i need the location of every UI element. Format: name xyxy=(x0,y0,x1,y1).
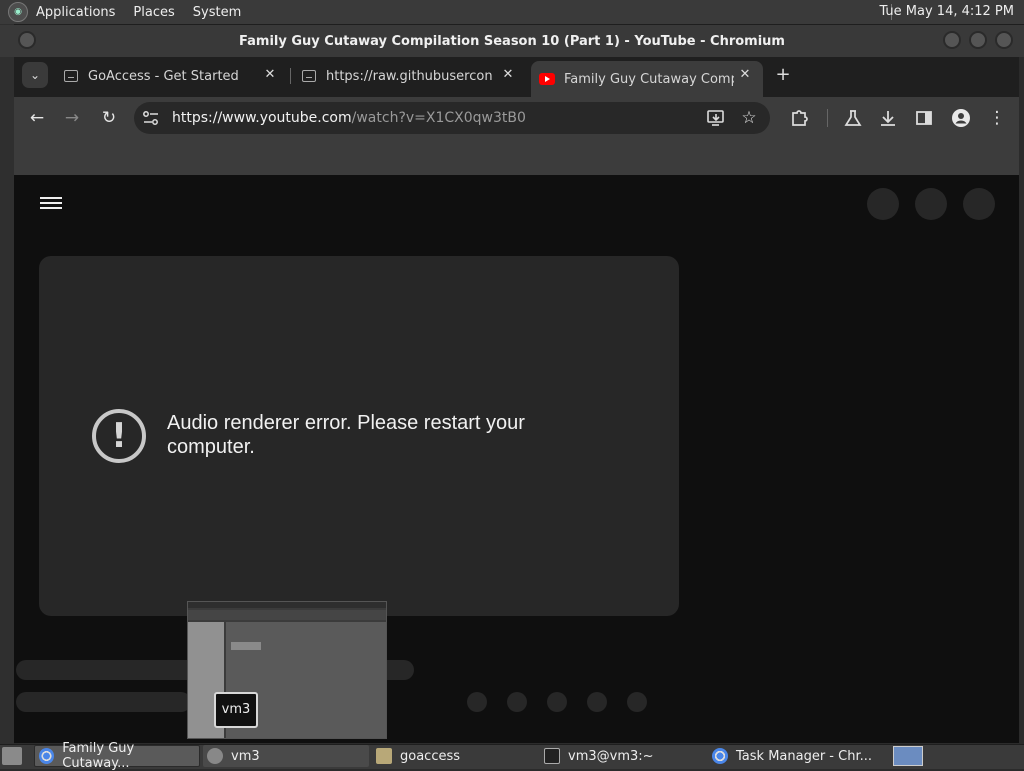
side-panel-icon[interactable] xyxy=(915,109,933,127)
tab-close-icon[interactable]: ✕ xyxy=(262,67,278,82)
extensions-icon[interactable] xyxy=(789,108,809,128)
taskbar-item-label: vm3 xyxy=(231,748,260,764)
tab-divider xyxy=(290,68,291,84)
tab-title: GoAccess - Get Started xyxy=(88,68,239,84)
taskbar-item-vm3[interactable]: vm3 xyxy=(203,745,369,767)
tab-title: https://raw.githubuserconten xyxy=(326,68,492,84)
error-exclamation-icon: ! xyxy=(92,409,146,463)
skeleton-action-dot xyxy=(507,692,527,712)
youtube-favicon-icon xyxy=(539,73,555,85)
sad-page-favicon-icon xyxy=(64,70,78,82)
system-menu[interactable]: System xyxy=(193,5,241,20)
taskbar-item-label: Family Guy Cutaway... xyxy=(62,741,135,771)
show-desktop-button[interactable] xyxy=(2,747,22,765)
install-app-icon[interactable] xyxy=(707,109,727,127)
reload-button[interactable]: ↻ xyxy=(97,106,121,130)
chromium-icon xyxy=(712,748,728,764)
taskbar-item-terminal[interactable]: vm3@vm3:~ xyxy=(540,745,706,767)
preview-tooltip-label: vm3 xyxy=(214,692,258,728)
taskbar-item-label: goaccess xyxy=(400,748,461,764)
window-title: Family Guy Cutaway Compilation Season 10… xyxy=(239,33,785,49)
places-menu[interactable]: Places xyxy=(133,5,174,20)
taskbar-item-label: Task Manager - Chr... xyxy=(736,748,872,764)
taskbar-item-goaccess[interactable]: goaccess xyxy=(372,745,538,767)
clock[interactable]: Tue May 14, 4:12 PM xyxy=(879,0,1014,24)
chrome-menu-icon[interactable]: ⋮ xyxy=(985,106,1009,130)
tab-title: Family Guy Cutaway Compila xyxy=(564,71,734,87)
hamburger-menu-icon[interactable] xyxy=(40,194,62,212)
site-settings-icon[interactable] xyxy=(142,110,160,126)
tab-close-icon[interactable]: ✕ xyxy=(500,67,516,82)
tab-goaccess[interactable]: GoAccess - Get Started ✕ xyxy=(56,61,288,91)
folder-icon xyxy=(376,748,392,764)
vm-icon xyxy=(207,748,223,764)
url-domain: https://www.youtube.com xyxy=(172,110,352,126)
desktop-background xyxy=(0,24,14,744)
placeholder-circle xyxy=(915,188,947,220)
tab-search-button[interactable]: ⌄ xyxy=(22,62,48,88)
tab-youtube-active[interactable]: Family Guy Cutaway Compila ✕ xyxy=(531,61,763,97)
url-path: /watch?v=X1CX0qw3tB0 xyxy=(351,110,526,126)
labs-flask-icon[interactable] xyxy=(843,108,863,128)
taskbar-item-chromium-youtube[interactable]: Family Guy Cutaway... xyxy=(34,741,200,771)
applications-menu[interactable]: Applications xyxy=(36,5,115,20)
taskbar-item-task-manager[interactable]: Task Manager - Chr... xyxy=(708,745,883,767)
url-text[interactable]: https://www.youtube.com/watch?v=X1CX0qw3… xyxy=(172,102,526,134)
player-error-message: Audio renderer error. Please restart you… xyxy=(167,412,525,458)
tab-raw-github[interactable]: https://raw.githubuserconten ✕ xyxy=(294,61,526,91)
bookmark-star-icon[interactable]: ☆ xyxy=(737,106,761,130)
toolbar-separator xyxy=(827,109,828,127)
skeleton-action-dot xyxy=(627,692,647,712)
preview-toolbar xyxy=(188,610,386,620)
maximize-button[interactable] xyxy=(969,31,987,49)
close-window-button[interactable] xyxy=(995,31,1013,49)
forward-button[interactable]: → xyxy=(60,106,84,130)
skeleton-action-dot xyxy=(587,692,607,712)
window-menu-icon[interactable] xyxy=(18,31,36,49)
window-titlebar[interactable]: Family Guy Cutaway Compilation Season 10… xyxy=(0,25,1024,57)
skeleton-channel-bar xyxy=(16,692,191,712)
top-panel: ◉ Applications Places System Tue May 14,… xyxy=(0,0,1024,25)
back-button[interactable]: ← xyxy=(25,106,49,130)
taskbar-item-label: vm3@vm3:~ xyxy=(568,748,654,764)
terminal-icon xyxy=(544,748,560,764)
downloads-icon[interactable] xyxy=(878,108,898,128)
sad-page-favicon-icon xyxy=(302,70,316,82)
skeleton-action-dot xyxy=(467,692,487,712)
skeleton-action-dot xyxy=(547,692,567,712)
minimize-button[interactable] xyxy=(943,31,961,49)
placeholder-circle xyxy=(867,188,899,220)
chromium-icon xyxy=(39,748,55,764)
chevron-down-icon: ⌄ xyxy=(29,68,41,82)
preview-menubar xyxy=(188,602,386,608)
workspace-switcher[interactable] xyxy=(893,746,923,766)
distro-logo-icon[interactable]: ◉ xyxy=(8,2,28,22)
bookmark-bar xyxy=(14,139,1019,176)
preview-item xyxy=(231,642,261,650)
new-tab-button[interactable]: + xyxy=(772,63,794,87)
profile-avatar-icon[interactable] xyxy=(951,108,971,128)
tab-close-icon[interactable]: ✕ xyxy=(737,67,753,82)
placeholder-circle xyxy=(963,188,995,220)
